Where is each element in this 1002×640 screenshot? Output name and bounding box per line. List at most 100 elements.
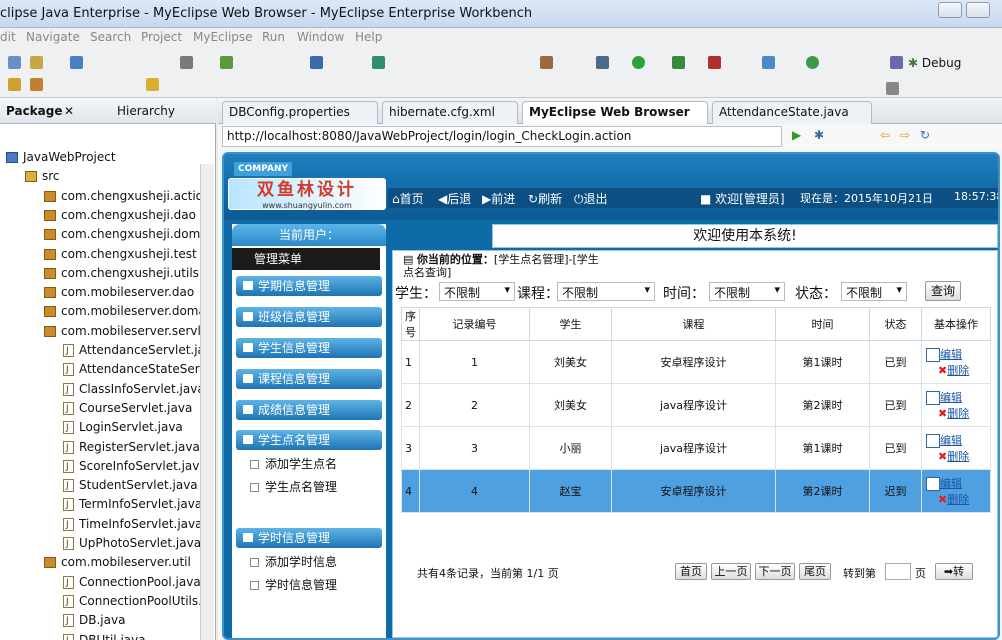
menu-myeclipse[interactable]: MyEclipse (193, 30, 253, 44)
table-row[interactable]: 4 4 赵宝 安卓程序设计 第2课时 迟到 编辑 ✖删除 (401, 469, 991, 513)
refresh-icon[interactable] (806, 56, 819, 69)
tree-node[interactable]: src (25, 167, 60, 186)
time-select[interactable]: 不限制 (709, 282, 785, 301)
course-select[interactable]: 不限制 (557, 282, 655, 301)
refresh-icon[interactable]: ↻ (920, 128, 930, 142)
tree-node[interactable]: com.mobileserver.doma (44, 302, 200, 321)
delete-link[interactable]: 删除 (947, 407, 969, 420)
nav-back[interactable]: ◀后退 (438, 190, 471, 207)
tab-hibernate[interactable]: hibernate.cfg.xml (382, 101, 518, 124)
tree-node[interactable]: ConnectionPool.java (63, 573, 200, 593)
tree-node[interactable]: com.chengxusheji.doma (44, 225, 200, 244)
save-icon[interactable] (30, 56, 43, 69)
tree-node[interactable]: com.mobileserver.dao (44, 283, 194, 302)
tree-node[interactable]: LoginServlet.java (63, 418, 183, 438)
tree-node[interactable]: CourseServlet.java (63, 399, 192, 419)
submenu-add-rollcall[interactable]: 添加学生点名 (250, 455, 337, 472)
prev-page-button[interactable]: 上一页 (711, 563, 751, 580)
stop-icon[interactable] (708, 56, 721, 69)
menu-search[interactable]: Search (90, 30, 131, 44)
goto-button[interactable]: ➡转 (935, 563, 973, 580)
forward-icon[interactable]: ⇨ (900, 128, 910, 142)
menu-hours[interactable]: 学时信息管理 (236, 528, 382, 548)
tree-node[interactable]: UpPhotoServlet.java (63, 534, 200, 554)
menu-edit[interactable]: dit (0, 30, 16, 44)
tab-web-browser[interactable]: MyEclipse Web Browser (522, 101, 708, 124)
maximize-button[interactable] (966, 2, 990, 18)
tree-scrollbar[interactable] (200, 164, 214, 640)
deploy-icon[interactable] (180, 56, 193, 69)
run-icon[interactable] (632, 56, 645, 69)
wizard-icon[interactable] (762, 56, 775, 69)
perspective-icon[interactable] (890, 56, 903, 69)
tree-node[interactable]: DBUtil.java (63, 631, 146, 640)
edit-link[interactable]: 编辑 (940, 434, 962, 447)
nav-logout[interactable]: ⏻退出 (574, 190, 608, 207)
camera-icon[interactable] (540, 56, 553, 69)
delete-link[interactable]: 删除 (947, 364, 969, 377)
menu-window[interactable]: Window (297, 30, 344, 44)
open-folder-icon[interactable] (30, 78, 43, 91)
tab-dbconfig[interactable]: DBConfig.properties (222, 101, 378, 124)
menu-rollcall[interactable]: 学生点名管理 (236, 430, 382, 450)
tree-node[interactable]: com.chengxusheji.test (44, 245, 197, 264)
perspective-switch-icon[interactable] (886, 82, 899, 95)
debug-perspective-button[interactable]: ✱ Debug (908, 56, 961, 70)
submenu-manage-rollcall[interactable]: 学生点名管理 (250, 478, 337, 495)
tab-attendancestate[interactable]: AttendanceState.java (712, 101, 872, 124)
edit-link[interactable]: 编辑 (940, 477, 962, 490)
nav-home[interactable]: ⌂首页 (392, 190, 424, 207)
delete-link[interactable]: 删除 (947, 450, 969, 463)
tree-node[interactable]: ScoreInfoServlet.java (63, 457, 200, 477)
new-icon[interactable] (8, 56, 21, 69)
tree-node[interactable]: com.mobileserver.util (44, 553, 191, 572)
tree-node[interactable]: com.chengxusheji.dao (44, 206, 196, 225)
arrow-back-icon[interactable] (146, 78, 159, 91)
debug-run-icon[interactable] (672, 56, 685, 69)
tree-node[interactable]: com.chengxusheji.utils (44, 264, 199, 283)
edit-link[interactable]: 编辑 (940, 391, 962, 404)
go-icon[interactable]: ▶ (792, 128, 801, 142)
tree-node[interactable]: TimeInfoServlet.java (63, 515, 200, 535)
student-select[interactable]: 不限制 (439, 282, 515, 301)
delete-link[interactable]: 删除 (947, 493, 969, 506)
menu-project[interactable]: Project (141, 30, 182, 44)
menu-help[interactable]: Help (355, 30, 382, 44)
menu-course[interactable]: 课程信息管理 (236, 369, 382, 389)
table-row[interactable]: 3 3 小丽 java程序设计 第1课时 已到 编辑 ✖删除 (401, 426, 991, 470)
tree-node[interactable]: AttendanceStateServ (63, 360, 200, 380)
tree-node[interactable]: DB.java (63, 611, 125, 631)
server-icon[interactable] (220, 56, 233, 69)
browser-icon[interactable] (310, 56, 323, 69)
table-row[interactable]: 2 2 刘美女 java程序设计 第2课时 已到 编辑 ✖删除 (401, 383, 991, 427)
tab-package[interactable]: Package (6, 104, 63, 118)
back-icon[interactable]: ⇦ (880, 128, 890, 142)
tab-hierarchy[interactable]: Hierarchy (117, 104, 175, 118)
nav-refresh[interactable]: ↻刷新 (528, 190, 562, 207)
menu-navigate[interactable]: Navigate (26, 30, 80, 44)
tree-node[interactable]: TermInfoServlet.java (63, 495, 200, 515)
gear-icon[interactable]: ✱ (814, 128, 824, 142)
submenu-add-hours[interactable]: 添加学时信息 (250, 553, 337, 570)
nav-forward[interactable]: ▶前进 (482, 190, 515, 207)
url-input[interactable]: http://localhost:8080/JavaWebProject/log… (222, 126, 782, 147)
tree-node[interactable]: ClassInfoServlet.java (63, 380, 200, 400)
tree-node[interactable]: RegisterServlet.java (63, 438, 200, 458)
tree-node[interactable]: AttendanceServlet.jav (63, 341, 200, 361)
close-icon[interactable]: ✕ (64, 104, 74, 118)
menu-class[interactable]: 班级信息管理 (236, 307, 382, 327)
tree-node[interactable]: StudentServlet.java (63, 476, 198, 496)
menu-run[interactable]: Run (262, 30, 285, 44)
edit-link[interactable]: 编辑 (940, 348, 962, 361)
tree-node[interactable]: JavaWebProject (6, 148, 116, 167)
next-page-button[interactable]: 下一页 (755, 563, 795, 580)
gear-icon[interactable] (596, 56, 609, 69)
query-button[interactable]: 查询 (925, 281, 961, 301)
tree-node[interactable]: com.chengxusheji.action (44, 187, 200, 206)
minimize-button[interactable] (938, 2, 962, 18)
globe-icon[interactable] (372, 56, 385, 69)
submenu-manage-hours[interactable]: 学时信息管理 (250, 576, 337, 593)
menu-score[interactable]: 成绩信息管理 (236, 400, 382, 420)
page-number-input[interactable] (885, 563, 911, 580)
table-row[interactable]: 1 1 刘美女 安卓程序设计 第1课时 已到 编辑 ✖删除 (401, 340, 991, 384)
